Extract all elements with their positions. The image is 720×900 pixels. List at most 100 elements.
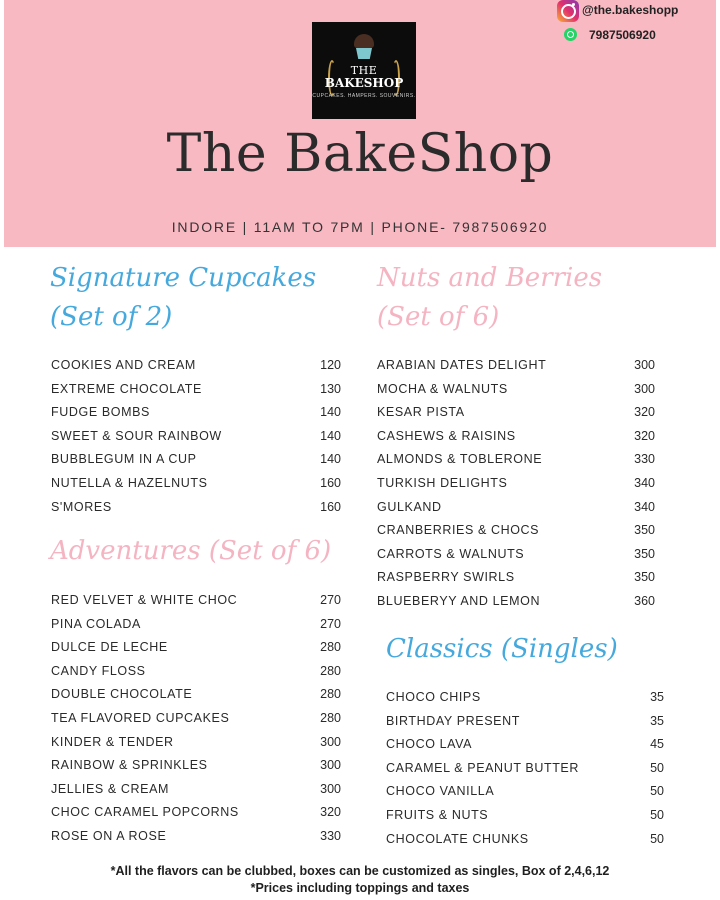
menu-item: CANDY FLOSS 280 [51,663,341,688]
footer-note-prices: *Prices including toppings and taxes [250,881,470,895]
menu-item-price: 50 [650,784,664,799]
signature-section-title: Signature Cupcakes (Set of 2) [50,259,316,337]
menu-item-price: 350 [634,546,655,561]
menu-item-name: KINDER & TENDER [51,734,174,749]
menu-item-name: MOCHA & WALNUTS [377,381,508,396]
menu-item-name: KESAR PISTA [377,405,465,420]
menu-item-name: CARAMEL & PEANUT BUTTER [386,760,579,775]
menu-item-price: 300 [320,734,341,749]
menu-item: RAINBOW & SPRINKLES 300 [51,758,341,782]
adventures-menu-list: RED VELVET & WHITE CHOC 270 PINA COLADA 270… [51,593,341,853]
menu-item-name: ALMONDS & TOBLERONE [377,452,543,467]
menu-item-name: FRUITS & NUTS [386,807,489,822]
signature-title-line1: Signature Cupcakes [50,263,317,293]
menu-item-name: DOUBLE CHOCOLATE [51,687,193,702]
menu-item-name: CANDY FLOSS [51,663,146,678]
menu-item-name: SWEET & SOUR RAINBOW [51,428,222,443]
menu-item-price: 280 [320,663,341,678]
menu-item-name: CHOCO VANILLA [386,784,495,799]
logo-line2: BAKESHOP [324,76,404,90]
menu-item-name: CASHEWS & RAISINS [377,428,516,443]
menu-item-price: 160 [320,475,341,490]
menu-item-name: CHOCO CHIPS [386,690,481,704]
signature-menu-list: COOKIES AND CREAM 120 EXTREME CHOCOLATE 130… [51,358,341,524]
classics-section-title: Classics (Singles) [386,630,618,669]
menu-item-name: CARROTS & WALNUTS [377,546,525,561]
menu-item-name: RED VELVET & WHITE CHOC [51,593,238,607]
menu-item-price: 320 [634,405,655,420]
menu-item: CASHEWS & RAISINS 320 [377,429,657,453]
menu-item: TURKISH DELIGHTS 340 [377,476,657,500]
menu-item-price: 350 [634,523,655,538]
menu-item: BUBBLEGUM IN A CUP 140 [51,452,341,476]
social-contacts: @the.bakeshopp 7987506920 [556,0,720,50]
menu-item: TEA FLAVORED CUPCAKES 280 [51,710,341,735]
menu-item: DULCE DE LECHE 280 [51,640,341,664]
menu-item-price: 270 [320,616,341,631]
menu-item: CHOCO LAVA 45 [386,737,666,761]
menu-item: JELLIES & CREAM 300 [51,782,341,806]
menu-item-price: 50 [650,831,664,846]
menu-item: ARABIAN DATES DELIGHT 300 [377,358,657,382]
menu-item-name: NUTELLA & HAZELNUTS [51,475,208,490]
adventures-section-title: Adventures (Set of 6) [50,532,331,571]
menu-item: PINA COLADA 270 [51,617,341,641]
menu-item-name: TEA FLAVORED CUPCAKES [51,710,230,725]
menu-item-name: CHOCOLATE CHUNKS [386,831,529,846]
menu-item-name: RAINBOW & SPRINKLES [51,758,208,773]
menu-item-price: 280 [320,687,341,702]
nuts-title-line1: Nuts and Berries [377,263,603,293]
whatsapp-icon[interactable] [564,28,577,41]
menu-item: ROSE ON A ROSE 330 [51,828,341,853]
instagram-icon[interactable] [557,0,579,22]
menu-item: EXTREME CHOCOLATE 130 [51,381,341,406]
menu-item: CHOCOLATE CHUNKS 50 [386,832,666,856]
menu-item-price: 320 [320,805,341,820]
menu-item-price: 160 [320,499,341,514]
menu-item: FUDGE BOMBS 140 [51,405,341,429]
menu-item-price: 300 [634,358,655,372]
menu-item-price: 120 [320,358,341,372]
nuts-title-line2: (Set of 6) [377,302,500,332]
menu-item-price: 330 [320,828,341,843]
menu-item-name: DULCE DE LECHE [51,640,168,655]
menu-item: CARAMEL & PEANUT BUTTER 50 [386,761,666,785]
menu-item-price: 130 [320,381,341,396]
menu-item-name: BLUEBERYY AND LEMON [377,593,541,608]
classics-menu-list: CHOCO CHIPS 35 BIRTHDAY PRESENT 35 CHOCO LAV… [386,690,666,855]
menu-item-name: CHOCO LAVA [386,737,473,752]
footer-note-boxes: *All the flavors can be clubbed, boxes c… [110,864,610,878]
nuts-menu-list: ARABIAN DATES DELIGHT 300 MOCHA & WALNUTS 3… [377,358,657,618]
menu-item: FRUITS & NUTS 50 [386,808,666,832]
menu-item: ALMONDS & TOBLERONE 330 [377,452,657,476]
nuts-section-title: Nuts and Berries (Set of 6) [377,259,602,337]
cupcake-icon [354,34,374,60]
menu-item-name: ROSE ON A ROSE [51,828,167,843]
menu-item-price: 350 [634,570,655,585]
menu-item: DOUBLE CHOCOLATE 280 [51,687,341,711]
menu-item: KESAR PISTA 320 [377,405,657,429]
menu-item-name: EXTREME CHOCOLATE [51,381,202,396]
menu-item: NUTELLA & HAZELNUTS 160 [51,475,341,500]
menu-item: SWEET & SOUR RAINBOW 140 [51,428,341,453]
menu-item-price: 280 [320,710,341,725]
whatsapp-phone[interactable]: 7987506920 [589,28,656,42]
menu-item: CHOCO CHIPS 35 [386,690,666,714]
menu-item: CHOC CARAMEL POPCORNS 320 [51,805,341,829]
adventures-title: Adventures (Set of 6) [50,536,332,566]
menu-item: COOKIES AND CREAM 120 [51,358,341,382]
menu-item-price: 35 [650,690,664,704]
menu-item-price: 50 [650,807,664,822]
instagram-handle[interactable]: @the.bakeshopp [582,3,678,17]
menu-item: BIRTHDAY PRESENT 35 [386,714,666,738]
menu-item: CRANBERRIES & CHOCS 350 [377,523,657,547]
menu-item-name: BUBBLEGUM IN A CUP [51,452,197,467]
menu-item: RED VELVET & WHITE CHOC 270 [51,593,341,617]
menu-item: S'MORES 160 [51,500,341,524]
menu-item-name: BIRTHDAY PRESENT [386,713,520,728]
menu-item: GULKAND 340 [377,500,657,524]
bakeshop-logo: THE BAKESHOP CUPCAKES. HAMPERS. SOUVENIR… [312,22,416,119]
shop-title: The BakeShop [166,124,554,184]
menu-item-price: 140 [320,428,341,443]
menu-item: CHOCO VANILLA 50 [386,784,666,808]
